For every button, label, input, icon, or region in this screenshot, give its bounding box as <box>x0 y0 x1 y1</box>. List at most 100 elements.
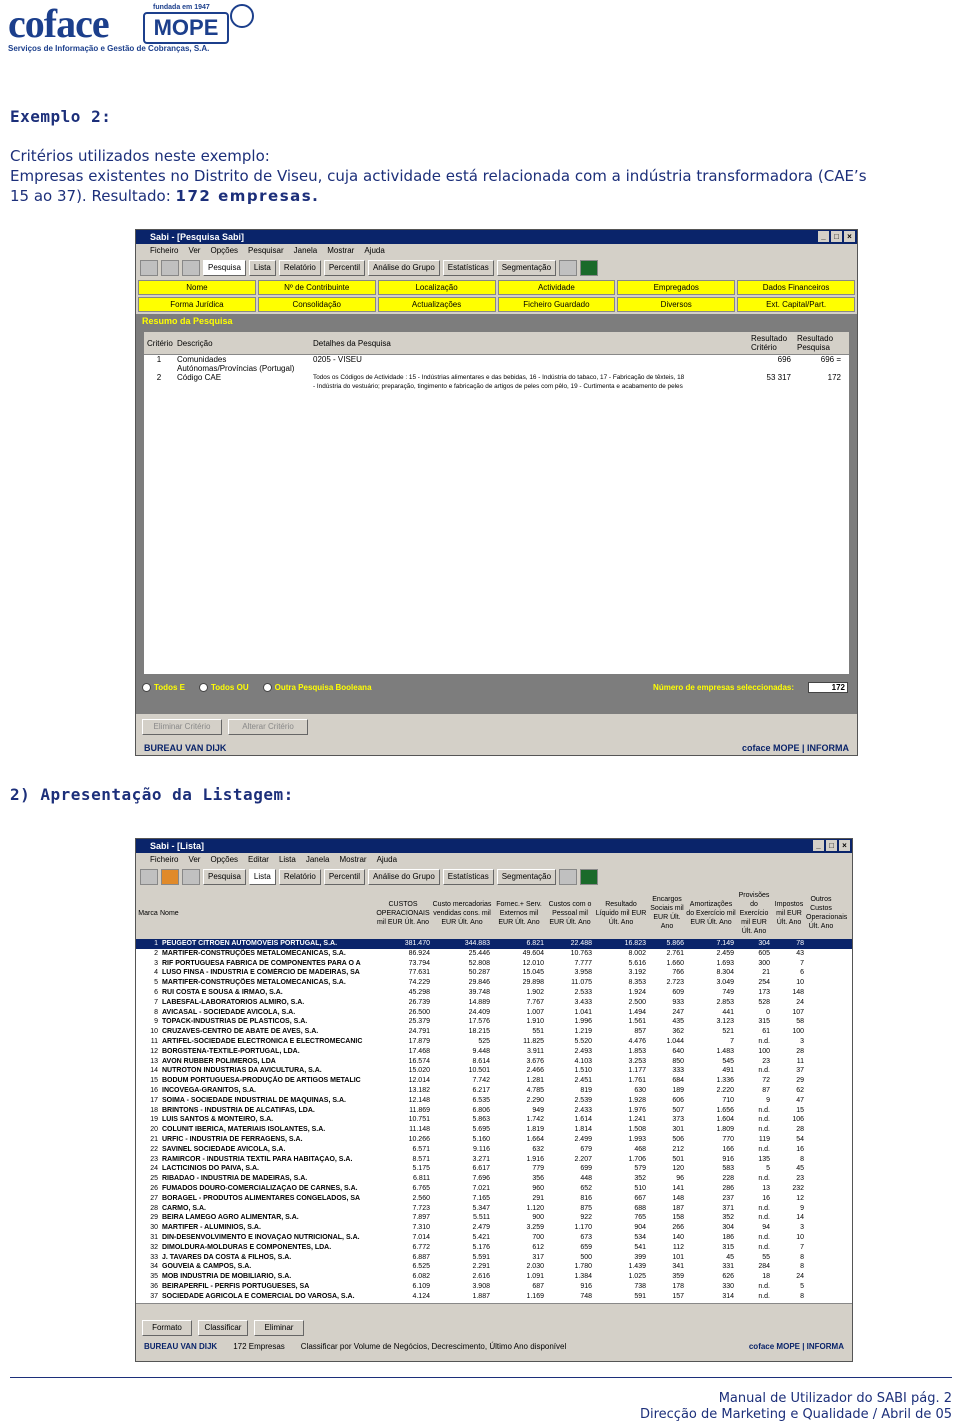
open-icon[interactable] <box>161 260 179 276</box>
menu-janela[interactable]: Janela <box>306 853 330 867</box>
tab-pesquisa[interactable]: Pesquisa <box>203 260 246 276</box>
grid-row[interactable]: 2 Código CAE Todos os Códigos de Activid… <box>144 373 849 391</box>
menu-pesquisar[interactable]: Pesquisar <box>248 244 284 258</box>
criteria-forma-juridica-button[interactable]: Forma Jurídica <box>138 297 256 312</box>
save-icon[interactable] <box>182 260 200 276</box>
maximize-button[interactable]: □ <box>831 231 842 242</box>
tab-segmentacao[interactable]: Segmentação <box>496 260 557 276</box>
menu-ficheiro[interactable]: Ficheiro <box>150 853 178 867</box>
menu-lista[interactable]: Lista <box>279 853 296 867</box>
tab-percentil[interactable]: Percentil <box>323 869 365 885</box>
tab-segmentacao[interactable]: Segmentação <box>496 869 557 885</box>
table-row[interactable]: 8 AVICASAL - SOCIEDADE AVICOLA, S.A. 26.50… <box>136 1008 852 1018</box>
tab-lista[interactable]: Lista <box>248 260 276 276</box>
tab-estatisticas[interactable]: Estatísticas <box>442 869 494 885</box>
eliminar-criterio-button[interactable]: Eliminar Critério <box>142 719 222 735</box>
menu-ajuda[interactable]: Ajuda <box>364 244 384 258</box>
table-row[interactable]: 30 MARTIFER - ALUMINIOS, S.A. 7.310 2.479 3.… <box>136 1223 852 1233</box>
table-row[interactable]: 23 RAMIRCOR - INDUSTRIA TEXTIL PARA HABIT… <box>136 1155 852 1165</box>
criteria-dados-financeiros-button[interactable]: Dados Financeiros <box>737 280 855 295</box>
horizontal-scrollbar[interactable] <box>136 1303 852 1314</box>
criteria-contribuinte-button[interactable]: Nº de Contribuinte <box>257 280 376 295</box>
criteria-ficheiro-guardado-button[interactable]: Ficheiro Guardado <box>497 297 616 312</box>
close-button[interactable]: × <box>844 231 855 242</box>
table-row[interactable]: 20 COLUNIT IBERICA, MATERIAIS ISOLANTES, … <box>136 1125 852 1135</box>
table-row[interactable]: 9 TOPACK-INDUSTRIAS DE PLASTICOS, S.A. 25.… <box>136 1017 852 1027</box>
menu-mostrar[interactable]: Mostrar <box>327 244 354 258</box>
table-row[interactable]: 10 CRUZAVES-CENTRO DE ABATE DE AVES, S.A.… <box>136 1027 852 1037</box>
tab-relatorio[interactable]: Relatório <box>278 260 321 276</box>
menu-editar[interactable]: Editar <box>248 853 269 867</box>
minimize-button[interactable]: _ <box>818 231 829 242</box>
table-row[interactable]: 32 DIMOLDURA-MOLDURAS E COMPONENTES, LDA.… <box>136 1243 852 1253</box>
table-row[interactable]: 26 FUMADOS DOURO-COMERCIALIZAÇAO DE CARNE… <box>136 1184 852 1194</box>
radio-outra-pesquisa[interactable]: Outra Pesquisa Booleana <box>262 683 372 693</box>
tab-analise-grupo[interactable]: Análise do Grupo <box>367 869 440 885</box>
radio-todos-ou[interactable]: Todos OU <box>198 683 249 693</box>
table-row[interactable]: 28 CARMO, S.A. 7.723 5.347 1.120 875 688 187 371… <box>136 1204 852 1214</box>
table-row[interactable]: 35 MOB INDUSTRIA DE MOBILIARIO, S.A. 6.082… <box>136 1272 852 1282</box>
table-row[interactable]: 24 LACTICINIOS DO PAIVA, S.A. 5.175 6.617 77… <box>136 1164 852 1174</box>
table-row[interactable]: 12 BORGSTENA-TEXTILE-PORTUGAL, LDA. 17.468… <box>136 1047 852 1057</box>
table-row[interactable]: 15 BODUM PORTUGUESA-PRODUÇÃO DE ARTIGOS M… <box>136 1076 852 1086</box>
tab-analise-grupo[interactable]: Análise do Grupo <box>367 260 440 276</box>
table-row[interactable]: 7 LABESFAL-LABORATORIOS ALMIRO, S.A. 26.73… <box>136 998 852 1008</box>
criteria-empregados-button[interactable]: Empregados <box>617 280 736 295</box>
menu-ficheiro[interactable]: Ficheiro <box>150 244 178 258</box>
table-row[interactable]: 3 RIF PORTUGUESA FABRICA DE COMPONENTES P… <box>136 959 852 969</box>
criteria-diversos-button[interactable]: Diversos <box>617 297 736 312</box>
table-row[interactable]: 1 PEUGEOT CITROEN AUTOMOVEIS PORTUGAL, S.… <box>136 939 852 949</box>
menu-opcoes[interactable]: Opções <box>210 853 238 867</box>
classificar-button[interactable]: Classificar <box>198 1320 248 1336</box>
print-icon[interactable] <box>140 869 158 885</box>
exit-icon[interactable] <box>580 869 599 885</box>
table-row[interactable]: 21 URFIC - INDUSTRIA DE FERRAGENS, S.A. 10… <box>136 1135 852 1145</box>
table-row[interactable]: 25 RIBADAO - INDUSTRIA DE MADEIRAS, S.A. 6… <box>136 1174 852 1184</box>
tab-lista[interactable]: Lista <box>248 869 276 885</box>
table-row[interactable]: 37 SOCIEDADE AGRICOLA E COMERCIAL DO VARO… <box>136 1292 852 1302</box>
table-row[interactable]: 4 LUSO FINSA - INDUSTRIA E COMÉRCIO DE MA… <box>136 968 852 978</box>
menu-ajuda[interactable]: Ajuda <box>377 853 397 867</box>
table-row[interactable]: 36 BEIRAPERFIL - PERFIS PORTUGUESES, SA 6.… <box>136 1282 852 1292</box>
table-row[interactable]: 2 MARTIFER-CONSTRUÇÕES METALOMECANICAS, S… <box>136 949 852 959</box>
tab-estatisticas[interactable]: Estatísticas <box>442 260 494 276</box>
tab-pesquisa[interactable]: Pesquisa <box>203 869 246 885</box>
tab-percentil[interactable]: Percentil <box>323 260 365 276</box>
formato-button[interactable]: Formato <box>142 1320 192 1336</box>
criteria-actividade-button[interactable]: Actividade <box>497 280 616 295</box>
menu-ver[interactable]: Ver <box>188 244 200 258</box>
table-row[interactable]: 13 AVON RUBBER POLIMEROS, LDA 16.574 8.614 3… <box>136 1057 852 1067</box>
menu-mostrar[interactable]: Mostrar <box>339 853 366 867</box>
menu-ver[interactable]: Ver <box>188 853 200 867</box>
table-row[interactable]: 16 INCOVEGA-GRANITOS, S.A. 13.182 6.217 4.78… <box>136 1086 852 1096</box>
table-row[interactable]: 33 J. TAVARES DA COSTA & FILHOS, S.A. 6.88… <box>136 1253 852 1263</box>
save-icon[interactable] <box>182 869 200 885</box>
grid-row[interactable]: 1 Comunidades Autónomas/Províncias (Port… <box>144 355 849 373</box>
table-row[interactable]: 22 SAVINEL SOCIEDADE AVICOLA, S.A. 6.571 9.… <box>136 1145 852 1155</box>
criteria-consolidacao-button[interactable]: Consolidação <box>257 297 376 312</box>
table-row[interactable]: 6 RUI COSTA E SOUSA & IRMAO, S.A. 45.298 39… <box>136 988 852 998</box>
table-row[interactable]: 29 BEIRA LAMEGO AGRO ALIMENTAR, S.A. 7.897… <box>136 1213 852 1223</box>
menu-opcoes[interactable]: Opções <box>210 244 238 258</box>
eliminar-button[interactable]: Eliminar <box>254 1320 304 1336</box>
print-icon[interactable] <box>140 260 158 276</box>
table-row[interactable]: 27 BORAGEL - PRODUTOS ALIMENTARES CONGELA… <box>136 1194 852 1204</box>
export-icon[interactable] <box>559 260 578 276</box>
exit-icon[interactable] <box>580 260 599 276</box>
alterar-criterio-button[interactable]: Alterar Critério <box>228 719 308 735</box>
table-row[interactable]: 11 ARTIFEL-SOCIEDADE ELECTRONICA E ELECTR… <box>136 1037 852 1047</box>
maximize-button[interactable]: □ <box>826 840 837 851</box>
open-icon[interactable] <box>161 869 179 885</box>
export-icon[interactable] <box>559 869 578 885</box>
criteria-actualizacoes-button[interactable]: Actualizações <box>377 297 496 312</box>
tab-relatorio[interactable]: Relatório <box>278 869 321 885</box>
table-row[interactable]: 34 GOUVEIA & CAMPOS, S.A. 6.525 2.291 2.030 1… <box>136 1262 852 1272</box>
table-row[interactable]: 18 BRINTONS - INDUSTRIA DE ALCATIFAS, LDA… <box>136 1106 852 1116</box>
minimize-button[interactable]: _ <box>813 840 824 851</box>
criteria-nome-button[interactable]: Nome <box>138 280 256 295</box>
table-row[interactable]: 19 LUIS SANTOS & MONTEIRO, S.A. 10.751 5.86… <box>136 1115 852 1125</box>
close-button[interactable]: × <box>839 840 850 851</box>
table-row[interactable]: 17 SOIMA - SOCIEDADE INDUSTRIAL DE MAQUIN… <box>136 1096 852 1106</box>
menu-janela[interactable]: Janela <box>294 244 318 258</box>
criteria-capital-button[interactable]: Ext. Capital/Part. <box>737 297 855 312</box>
